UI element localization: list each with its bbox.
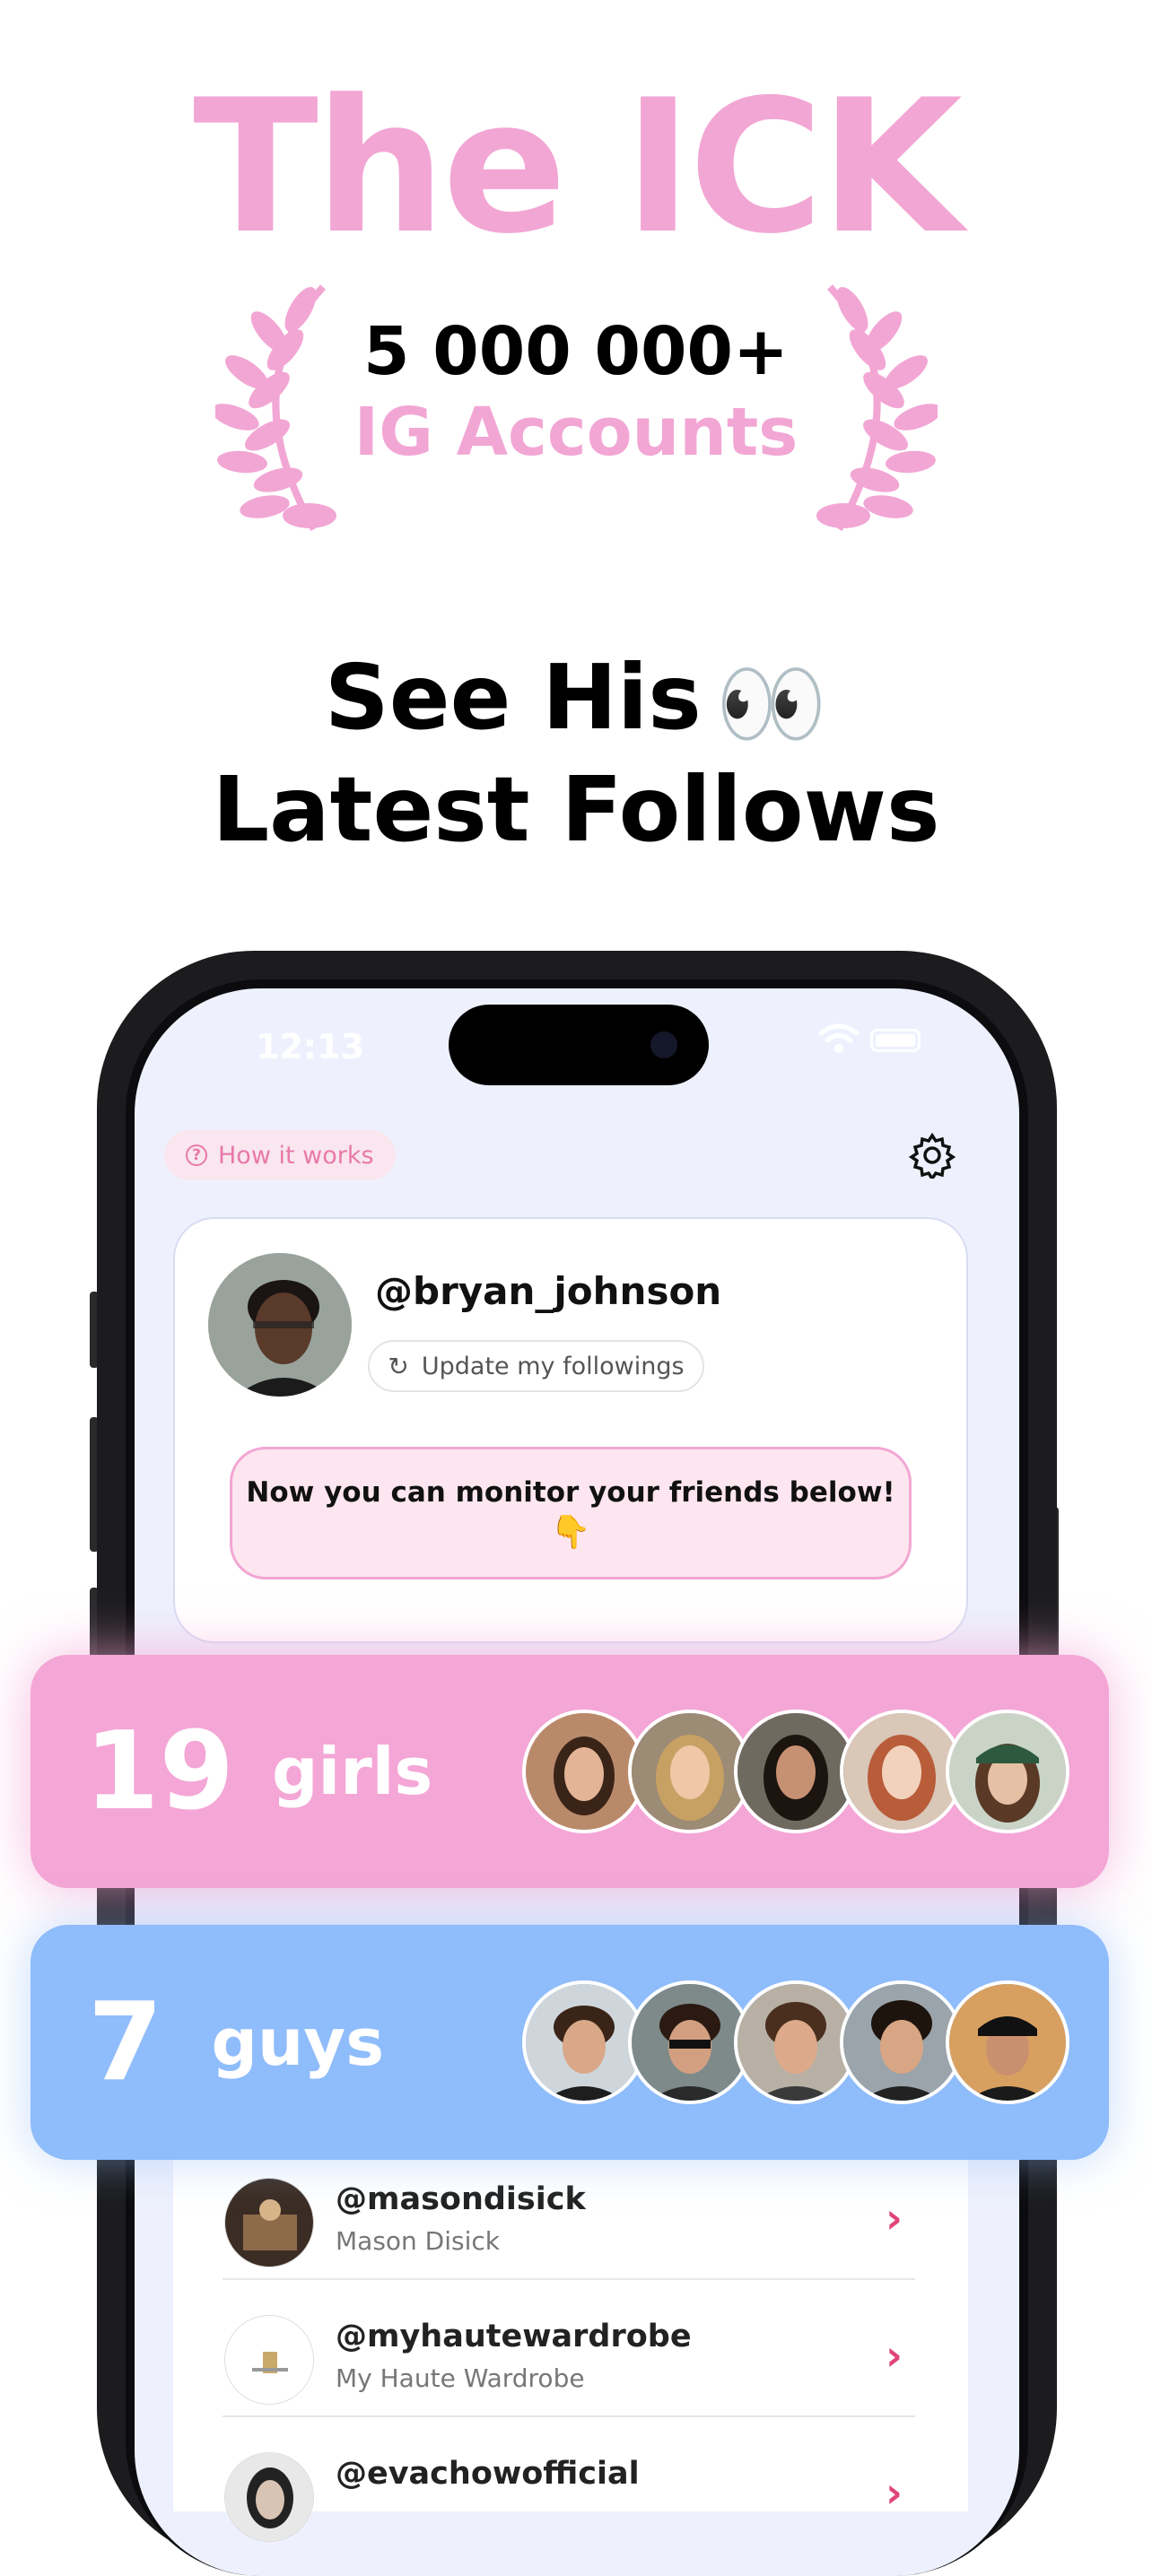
wifi-icon	[818, 1023, 860, 1053]
chevron-right-icon: ›	[886, 2331, 903, 2380]
divider	[223, 2278, 915, 2280]
girls-banner[interactable]: 19 girls	[31, 1655, 1109, 1888]
girls-avatars	[522, 1710, 1069, 1833]
guys-count: 7	[88, 1980, 163, 2105]
battery-icon	[870, 1029, 921, 1052]
eyes-emoji: 👀	[715, 651, 828, 757]
avatar	[946, 1710, 1069, 1833]
chevron-right-icon: ›	[886, 2468, 903, 2517]
list-name: My Haute Wardrobe	[336, 2363, 585, 2393]
list-avatar	[224, 2178, 314, 2267]
headline-text: See His	[324, 645, 702, 750]
accounts-count: 5 000 000+	[363, 313, 789, 390]
update-followings-button[interactable]: ↻ Update my followings	[368, 1340, 704, 1392]
list-avatar	[224, 2315, 314, 2405]
list-handle: @myhautewardrobe	[336, 2319, 692, 2354]
headline-line1: See His 👀	[0, 646, 1152, 755]
girls-count: 19	[84, 1709, 234, 1834]
girls-label: girls	[272, 1734, 433, 1809]
list-item[interactable]: @myhautewardrobe My Haute Wardrobe ›	[223, 2292, 915, 2428]
list-item[interactable]: @evachowofficial ›	[223, 2429, 915, 2565]
how-it-works-label: How it works	[218, 1141, 374, 1170]
chevron-right-icon: ›	[886, 2194, 903, 2242]
list-item[interactable]: @masondisick Mason Disick ›	[223, 2154, 915, 2291]
guys-banner[interactable]: 7 guys	[31, 1925, 1109, 2160]
monitor-text: Now you can monitor your friends below!	[246, 1476, 895, 1509]
update-label: Update my followings	[421, 1352, 685, 1380]
pointing-down-emoji: 👇	[550, 1514, 591, 1552]
list-handle: @masondisick	[336, 2181, 586, 2217]
list-name: Mason Disick	[336, 2226, 500, 2256]
list-avatar	[224, 2452, 314, 2542]
refresh-icon: ↻	[388, 1351, 409, 1381]
avatar	[208, 1253, 352, 1397]
guys-avatars	[522, 1980, 1069, 2104]
monitor-notice: Now you can monitor your friends below! …	[230, 1447, 912, 1580]
headline-line2: Latest Follows	[212, 757, 940, 862]
app-title: The ICK	[193, 61, 963, 274]
gear-icon[interactable]	[909, 1132, 956, 1179]
how-it-works-button[interactable]: ? How it works	[164, 1130, 396, 1180]
avatar	[946, 1980, 1069, 2104]
question-circle-icon: ?	[186, 1144, 207, 1166]
profile-username: @bryan_johnson	[375, 1269, 722, 1313]
accounts-label: IG Accounts	[353, 394, 799, 471]
status-time: 12:13	[256, 1027, 364, 1066]
divider	[223, 2415, 915, 2417]
camera-icon	[650, 1031, 677, 1058]
list-handle: @evachowofficial	[336, 2456, 640, 2492]
guys-label: guys	[211, 2005, 385, 2080]
